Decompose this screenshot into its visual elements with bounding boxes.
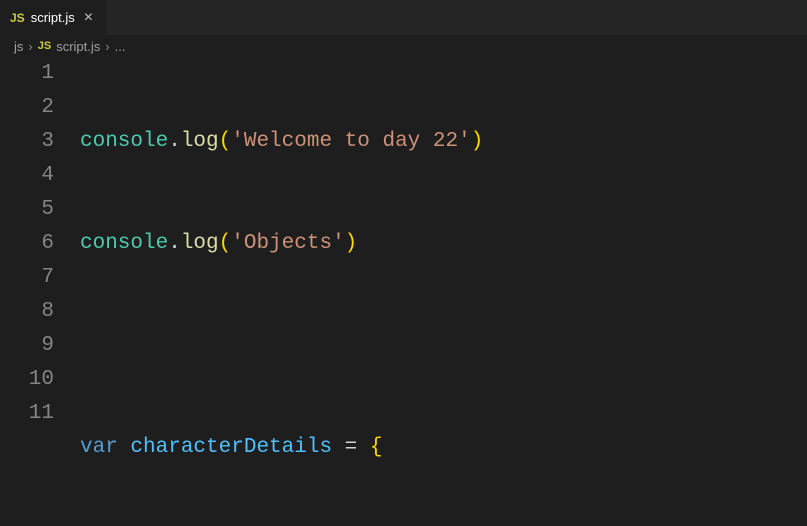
line-number: 11 — [0, 397, 54, 431]
chevron-right-icon: › — [28, 39, 32, 54]
token-string: 'Objects' — [231, 232, 344, 255]
line-number: 4 — [0, 159, 54, 193]
token-object: console — [80, 232, 168, 255]
token-paren: ( — [219, 232, 232, 255]
token-string: 'Welcome to day 22' — [231, 130, 470, 153]
code-area[interactable]: console.log('Welcome to day 22') console… — [78, 57, 807, 526]
token-brace: { — [370, 436, 383, 459]
breadcrumb-file[interactable]: script.js — [56, 39, 100, 54]
token-paren: ) — [471, 130, 484, 153]
line-number: 2 — [0, 91, 54, 125]
token-punc: = — [332, 436, 370, 459]
line-number: 5 — [0, 193, 54, 227]
code-line[interactable]: var characterDetails = { — [80, 431, 807, 465]
js-file-icon: JS — [38, 40, 51, 52]
code-line[interactable]: console.log('Welcome to day 22') — [80, 125, 807, 159]
breadcrumb-symbol[interactable]: ... — [115, 39, 126, 54]
token-paren: ( — [219, 130, 232, 153]
breadcrumb[interactable]: js › JS script.js › ... — [0, 35, 807, 57]
token-object: console — [80, 130, 168, 153]
token-variable: characterDetails — [130, 436, 332, 459]
line-number: 7 — [0, 261, 54, 295]
tab-script-js[interactable]: JS script.js × — [0, 0, 107, 35]
line-number-gutter: 1 2 3 4 5 6 7 8 9 10 11 — [0, 57, 78, 526]
token-paren: ) — [345, 232, 358, 255]
line-number: 10 — [0, 363, 54, 397]
chevron-right-icon: › — [105, 39, 109, 54]
tab-filename: script.js — [31, 10, 75, 25]
token-method: log — [181, 130, 219, 153]
line-number: 6 — [0, 227, 54, 261]
line-number: 8 — [0, 295, 54, 329]
code-line[interactable]: console.log('Objects') — [80, 227, 807, 261]
breadcrumb-folder[interactable]: js — [14, 39, 23, 54]
token-punc: . — [168, 130, 181, 153]
code-line[interactable] — [80, 329, 807, 363]
tab-bar: JS script.js × — [0, 0, 807, 35]
close-icon[interactable]: × — [81, 8, 96, 28]
token-keyword: var — [80, 436, 118, 459]
line-number: 1 — [0, 57, 54, 91]
line-number: 3 — [0, 125, 54, 159]
token-method: log — [181, 232, 219, 255]
line-number: 9 — [0, 329, 54, 363]
code-editor[interactable]: 1 2 3 4 5 6 7 8 9 10 11 console.log('Wel… — [0, 57, 807, 526]
token-punc: . — [168, 232, 181, 255]
js-file-icon: JS — [10, 11, 25, 25]
